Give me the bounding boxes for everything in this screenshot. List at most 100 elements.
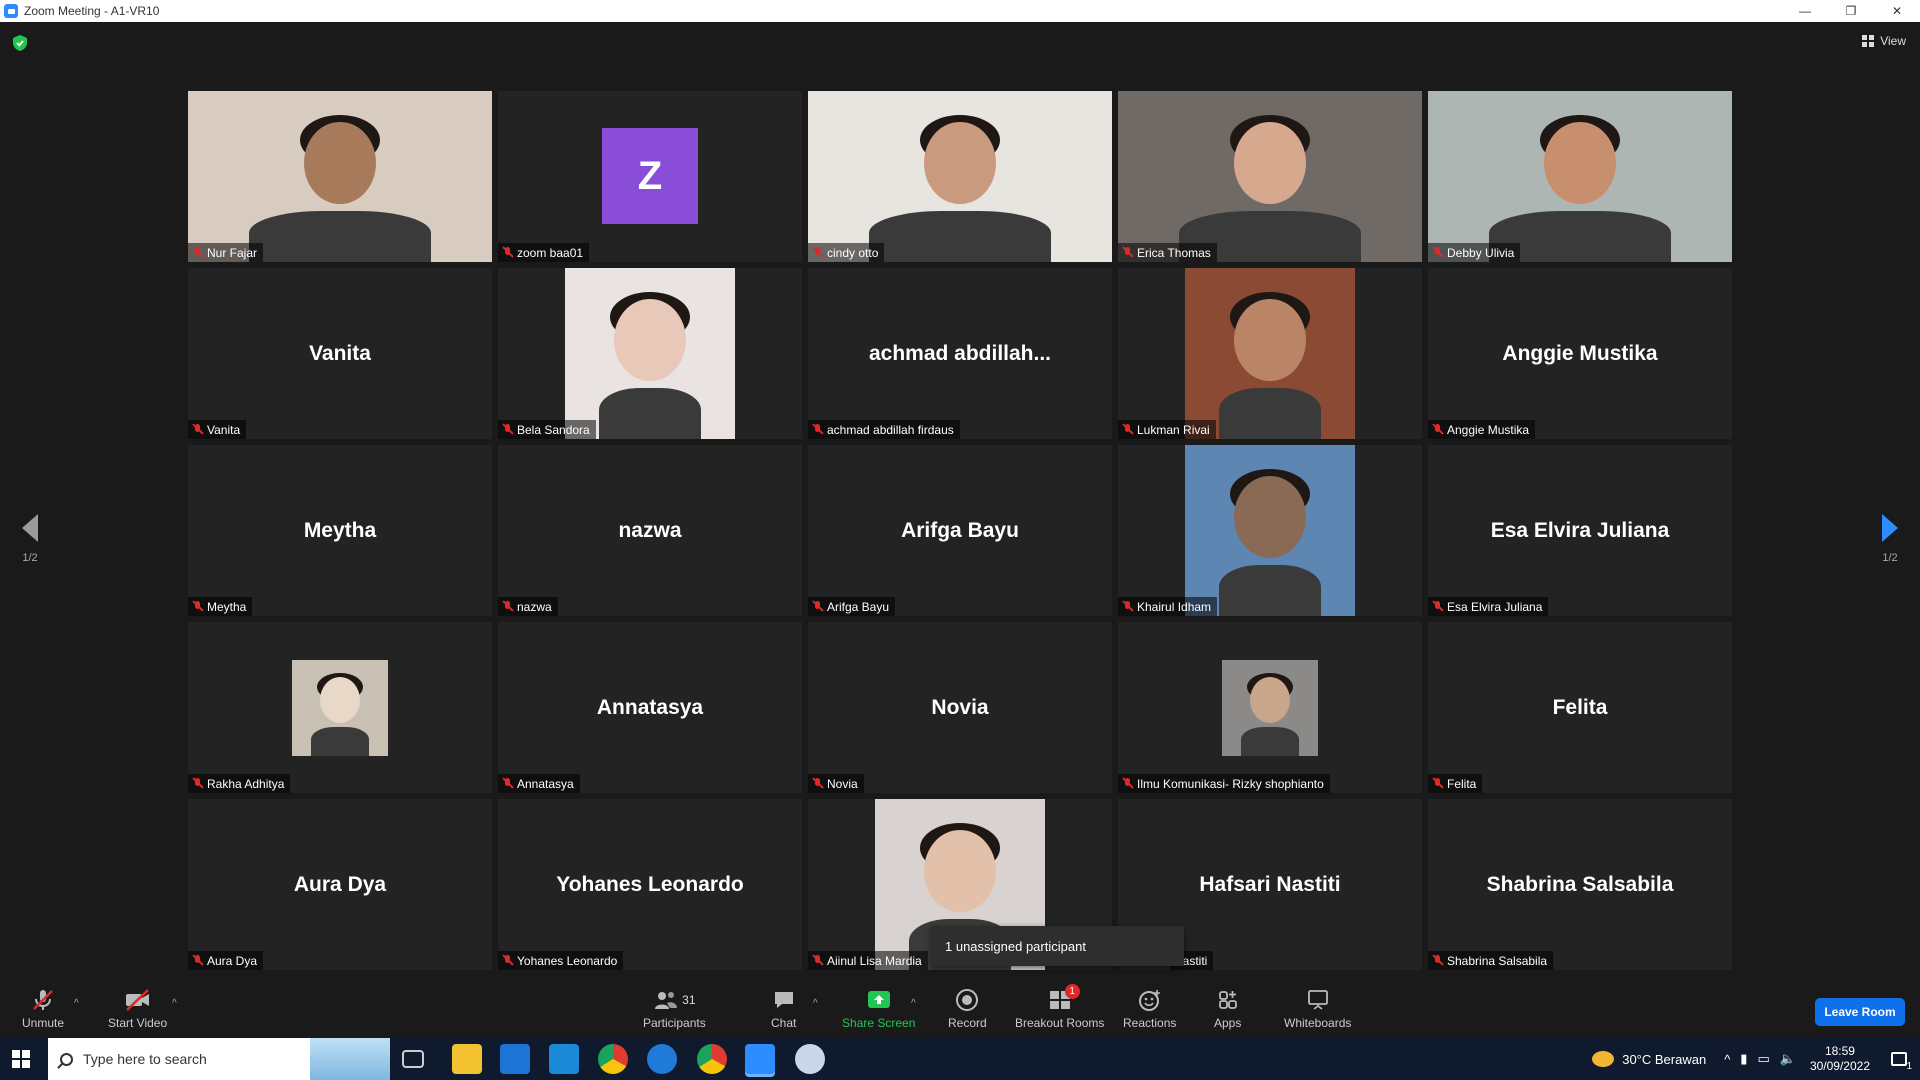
unmute-button[interactable]: Unmute: [22, 988, 64, 1030]
participant-tile[interactable]: Aura Dya Aura Dya: [188, 799, 492, 970]
reactions-smiley-icon: [1138, 988, 1162, 1012]
participant-name: nazwa: [517, 599, 552, 614]
file-explorer-icon[interactable]: [452, 1044, 482, 1074]
participant-name-label: zoom baa01: [498, 243, 590, 262]
arrow-left-icon: [22, 514, 38, 542]
muted-mic-icon: [502, 423, 514, 436]
whiteboards-label: Whiteboards: [1284, 1016, 1352, 1030]
participant-name: Aiinul Lisa Mardia: [827, 953, 922, 968]
participant-tile[interactable]: Debby Ulivia: [1428, 91, 1732, 262]
participant-profile-photo: [1185, 445, 1355, 616]
muted-mic-icon: [192, 777, 204, 790]
participant-gallery: Nur Fajar Zzoom baa01 cindy otto Erica Thom…: [188, 91, 1732, 970]
close-window-button[interactable]: ✕: [1874, 0, 1920, 22]
unmute-label: Unmute: [22, 1016, 65, 1030]
participant-display-name: Anggie Mustika: [1502, 341, 1658, 365]
participant-tile[interactable]: Nur Fajar: [188, 91, 492, 262]
participant-tile[interactable]: Bela Sandora: [498, 268, 802, 439]
participant-name: Yohanes Leonardo: [517, 953, 618, 968]
participant-tile[interactable]: Esa Elvira Juliana Esa Elvira Juliana: [1428, 445, 1732, 616]
page-indicator-left: 1/2: [22, 552, 38, 564]
participant-display-name: Hafsari Nastiti: [1199, 872, 1341, 896]
participant-tile[interactable]: achmad abdillah... achmad abdillah firdau…: [808, 268, 1112, 439]
microsoft-store-icon[interactable]: [500, 1044, 530, 1074]
snipping-tool-icon[interactable]: [795, 1044, 825, 1074]
apps-button[interactable]: Apps: [1214, 988, 1241, 1030]
participant-name-label: Nur Fajar: [188, 243, 264, 262]
previous-page-button[interactable]: 1/2: [10, 514, 50, 564]
participant-name: Khairul Idham: [1137, 599, 1212, 614]
participant-tile[interactable]: Novia Novia: [808, 622, 1112, 793]
chrome-icon[interactable]: [598, 1044, 628, 1074]
weather-text[interactable]: 30°C Berawan: [1622, 1052, 1706, 1067]
task-view-icon[interactable]: [402, 1050, 424, 1068]
leave-room-button[interactable]: Leave Room: [1815, 998, 1905, 1026]
participant-name: achmad abdillah firdaus: [827, 422, 954, 437]
participant-tile[interactable]: Lukman Rivai: [1118, 268, 1422, 439]
view-button[interactable]: View: [1862, 34, 1906, 48]
windows-taskbar: Type here to search 30°C Berawan ^ ▮ ▭ 🔈…: [0, 1038, 1920, 1080]
participant-tile[interactable]: Rakha Adhitya: [188, 622, 492, 793]
participant-name-label: Arifga Bayu: [808, 597, 896, 616]
zoom-taskbar-icon[interactable]: [745, 1044, 775, 1074]
participant-tile[interactable]: Zzoom baa01: [498, 91, 802, 262]
participant-name-label: Novia: [808, 774, 864, 793]
zoom-logo-icon: [4, 4, 18, 18]
apps-label: Apps: [1214, 1016, 1242, 1030]
taskbar-search-input[interactable]: Type here to search: [48, 1038, 390, 1080]
unassigned-participant-tooltip[interactable]: 1 unassigned participant: [931, 926, 1184, 966]
mail-icon[interactable]: [549, 1044, 579, 1074]
volume-icon[interactable]: 🔈: [1780, 1051, 1796, 1067]
audio-options-caret[interactable]: ^: [74, 998, 79, 1009]
participant-display-name: Novia: [931, 695, 989, 719]
microphone-muted-icon: [31, 988, 55, 1012]
participant-tile[interactable]: Shabrina Salsabila Shabrina Salsabila: [1428, 799, 1732, 970]
search-highlight-image: [310, 1038, 390, 1080]
notifications-button[interactable]: 1: [1884, 1038, 1914, 1080]
start-video-button[interactable]: Start Video: [108, 988, 167, 1030]
participant-tile[interactable]: Felita Felita: [1428, 622, 1732, 793]
participant-tile[interactable]: Vanita Vanita: [188, 268, 492, 439]
participant-tile[interactable]: Khairul Idham: [1118, 445, 1422, 616]
participant-tile[interactable]: Yohanes Leonardo Yohanes Leonardo: [498, 799, 802, 970]
participant-video: [1118, 91, 1422, 262]
participant-tile[interactable]: nazwa nazwa: [498, 445, 802, 616]
participant-tile[interactable]: Meytha Meytha: [188, 445, 492, 616]
reactions-button[interactable]: Reactions: [1123, 988, 1176, 1030]
weather-cloud-icon: [1592, 1051, 1615, 1067]
microphone-tray-icon[interactable]: ▮: [1740, 1051, 1747, 1067]
whiteboards-button[interactable]: Whiteboards: [1284, 988, 1351, 1030]
participant-tile[interactable]: Anggie Mustika Anggie Mustika: [1428, 268, 1732, 439]
video-options-caret[interactable]: ^: [172, 998, 177, 1009]
participants-button[interactable]: 31 Participants: [643, 988, 706, 1030]
participant-tile[interactable]: cindy otto: [808, 91, 1112, 262]
notification-bubble-icon: [1891, 1052, 1907, 1066]
breakout-rooms-label: Breakout Rooms: [1015, 1016, 1105, 1030]
participant-tile[interactable]: Erica Thomas: [1118, 91, 1422, 262]
encryption-shield-icon[interactable]: [12, 34, 28, 52]
chat-options-caret[interactable]: ^: [813, 998, 818, 1009]
teamviewer-icon[interactable]: [647, 1044, 677, 1074]
participant-tile[interactable]: Ilmu Komunikasi- Rizky shophianto: [1118, 622, 1422, 793]
breakout-rooms-button[interactable]: 1 Breakout Rooms: [1015, 984, 1105, 1030]
share-screen-button[interactable]: Share Screen: [842, 988, 915, 1030]
chrome-profile-icon[interactable]: [697, 1044, 727, 1074]
notification-count: 1: [1906, 1061, 1912, 1072]
participant-profile-photo: [1185, 268, 1355, 439]
restore-button[interactable]: ❐: [1828, 0, 1874, 22]
participant-tile[interactable]: Arifga Bayu Arifga Bayu: [808, 445, 1112, 616]
minimize-button[interactable]: —: [1782, 0, 1828, 22]
tray-chevron-up-icon[interactable]: ^: [1724, 1052, 1730, 1067]
clock-time: 18:59: [1824, 1044, 1855, 1058]
participant-tile[interactable]: Annatasya Annatasya: [498, 622, 802, 793]
next-page-button[interactable]: 1/2: [1870, 514, 1910, 564]
participant-name: Nur Fajar: [207, 245, 258, 260]
share-options-caret[interactable]: ^: [911, 998, 916, 1009]
windows-start-icon[interactable]: [12, 1050, 30, 1068]
record-button[interactable]: Record: [948, 988, 987, 1030]
muted-mic-icon: [192, 600, 204, 613]
network-icon[interactable]: ▭: [1757, 1051, 1769, 1067]
taskbar-clock[interactable]: 18:59 30/09/2022: [1810, 1044, 1870, 1074]
chat-button[interactable]: Chat: [771, 988, 796, 1030]
participant-name-label: Lukman Rivai: [1118, 420, 1216, 439]
